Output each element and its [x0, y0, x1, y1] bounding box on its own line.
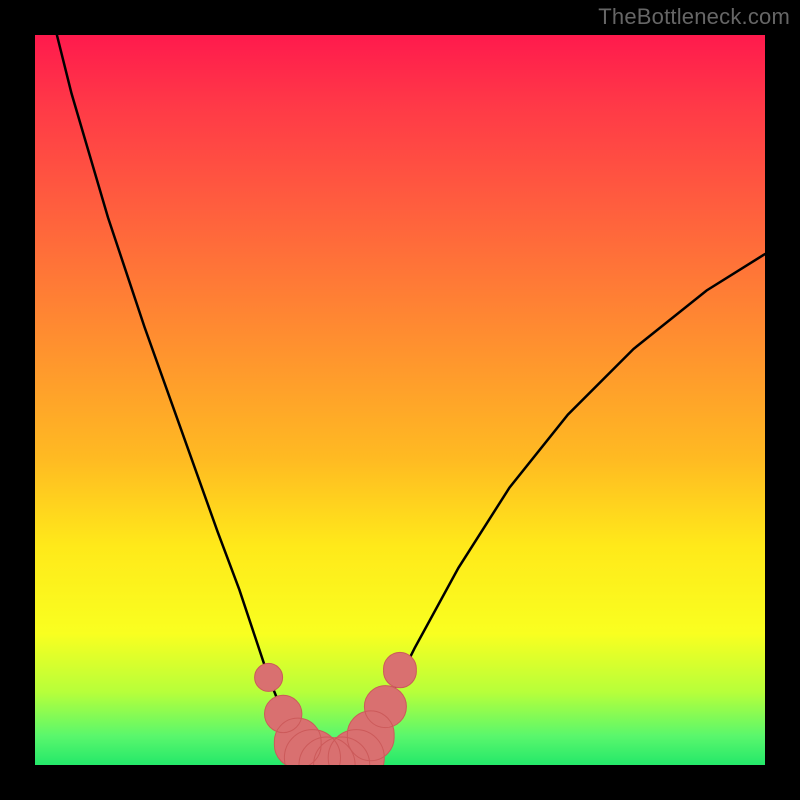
- chart-overlay: [35, 35, 765, 765]
- chart-frame: TheBottleneck.com: [0, 0, 800, 800]
- bottleneck-curve: [57, 35, 765, 765]
- bottleneck-markers: [255, 652, 417, 765]
- watermark-text: TheBottleneck.com: [598, 4, 790, 30]
